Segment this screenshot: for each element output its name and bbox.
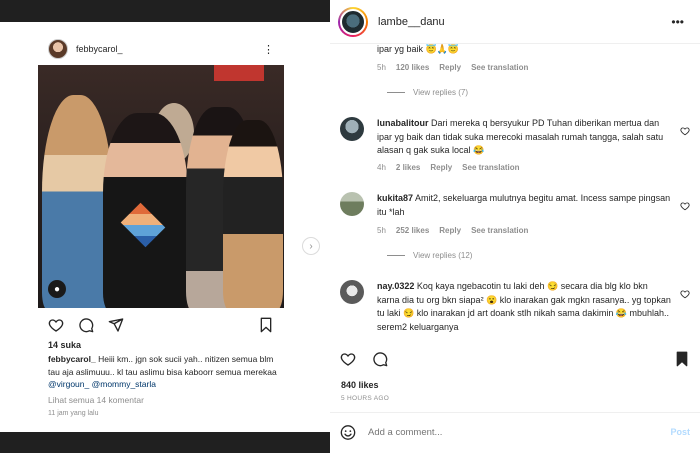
embedded-post-card: febbycarol_ ⋮ ● 14 suka febbycarol_ Heii… [38, 30, 284, 430]
comment-text: Amit2, sekeluarga mulutnya begitu amat. … [377, 193, 671, 217]
embedded-post-panel: febbycarol_ ⋮ ● 14 suka febbycarol_ Heii… [0, 22, 330, 432]
post-time: 5 HOURS AGO [341, 395, 390, 402]
caption-mention-1[interactable]: @virgoun_ [48, 379, 89, 389]
comment-heart-icon[interactable] [680, 123, 690, 141]
post-actions [340, 348, 690, 370]
heart-icon[interactable] [340, 351, 356, 367]
bookmark-filled-icon[interactable] [674, 351, 690, 367]
comment-time: 4h [377, 163, 386, 172]
embedded-post-photo: ● [38, 65, 284, 308]
comment-text-tail: ipar yg baik 😇🙏😇 [377, 44, 460, 54]
view-replies-line [387, 92, 405, 93]
photo-background-light [214, 65, 264, 81]
emoji-icon[interactable] [340, 424, 356, 440]
reply-button[interactable]: Reply [439, 226, 461, 235]
comment-heart-icon[interactable] [680, 286, 690, 304]
comment-likes[interactable]: 120 likes [396, 63, 429, 72]
view-replies-button[interactable]: View replies (7) [387, 88, 468, 97]
embedded-post-avatar[interactable] [48, 39, 68, 59]
comment-body: kukita87 Amit2, sekeluarga mulutnya begi… [377, 192, 672, 219]
author-username[interactable]: lambe__danu [378, 16, 445, 28]
heart-icon[interactable] [48, 317, 64, 333]
embedded-post-username[interactable]: febbycarol_ [76, 44, 123, 54]
comment-body: nay.0322 Koq kaya ngebacotin tu laki deh… [377, 280, 672, 334]
post-header: lambe__danu ••• [330, 0, 700, 44]
comment-username[interactable]: kukita87 [377, 193, 413, 203]
view-replies-label: View replies (7) [413, 88, 468, 97]
divider [330, 412, 700, 413]
embedded-post-header: febbycarol_ ⋮ [48, 36, 274, 62]
post-likes[interactable]: 840 likes [341, 380, 379, 390]
more-horizontal-icon[interactable]: ••• [671, 15, 684, 29]
embedded-post-caption: febbycarol_ Heiii km.. jgn sok sucii yah… [48, 353, 278, 391]
more-vertical-icon[interactable]: ⋮ [263, 43, 274, 56]
comment-username[interactable]: nay.0322 [377, 281, 414, 291]
comment-icon[interactable] [78, 317, 94, 333]
embedded-post-time: 11 jam yang lalu [48, 410, 99, 417]
embedded-post-likes[interactable]: 14 suka [48, 340, 81, 350]
add-comment-bar: Post [340, 422, 690, 442]
comment-icon[interactable] [372, 351, 388, 367]
view-replies-line [387, 255, 405, 256]
comment-username[interactable]: lunabalitour [377, 118, 429, 128]
comment-text: Koq kaya ngebacotin tu laki deh 😏 secara… [377, 281, 671, 332]
post-comment-button[interactable]: Post [670, 427, 690, 437]
view-replies-label: View replies (12) [413, 251, 473, 260]
comments-list: ipar yg baik 😇🙏😇 5h 120 likes Reply See … [330, 44, 700, 340]
screen: febbycarol_ ⋮ ● 14 suka febbycarol_ Heii… [0, 0, 700, 453]
user-tag-icon[interactable]: ● [48, 280, 66, 298]
view-replies-button[interactable]: View replies (12) [387, 251, 472, 260]
photo-person-4 [223, 120, 283, 308]
comment-avatar[interactable] [340, 117, 364, 141]
comment-item: lunabalitour Dari mereka q bersyukur PD … [340, 117, 690, 197]
comment-heart-icon[interactable] [680, 198, 690, 216]
comment-likes[interactable]: 252 likes [396, 226, 429, 235]
comment-avatar[interactable] [340, 280, 364, 304]
photo-person-1 [42, 95, 112, 308]
comment-time: 5h [377, 63, 386, 72]
view-all-comments-link[interactable]: Lihat semua 14 komentar [48, 395, 144, 405]
comment-meta: 5h 252 likes Reply See translation [377, 226, 528, 235]
bookmark-icon[interactable] [258, 317, 274, 333]
caption-mention-2[interactable]: @mommy_starla [92, 379, 156, 389]
embedded-post-actions [48, 315, 274, 335]
comment-item: nay.0322 Koq kaya ngebacotin tu laki deh… [340, 280, 690, 340]
see-translation-link[interactable]: See translation [471, 63, 528, 72]
comments-panel: lambe__danu ••• ipar yg baik 😇🙏😇 5h 120 … [330, 0, 700, 453]
comment-meta: 4h 2 likes Reply See translation [377, 163, 520, 172]
reply-button[interactable]: Reply [430, 163, 452, 172]
caption-username[interactable]: febbycarol_ [48, 354, 96, 364]
author-avatar[interactable] [338, 6, 368, 37]
see-translation-link[interactable]: See translation [462, 163, 519, 172]
comment-likes[interactable]: 2 likes [396, 163, 420, 172]
reply-button[interactable]: Reply [439, 63, 461, 72]
comment-time: 5h [377, 226, 386, 235]
see-translation-link[interactable]: See translation [471, 226, 528, 235]
share-icon[interactable] [108, 317, 124, 333]
next-arrow-icon[interactable]: › [302, 237, 320, 255]
comment-body: lunabalitour Dari mereka q bersyukur PD … [377, 117, 672, 158]
comment-meta: 5h 120 likes Reply See translation [377, 63, 528, 72]
add-comment-input[interactable] [368, 426, 638, 438]
comment-avatar[interactable] [340, 192, 364, 216]
